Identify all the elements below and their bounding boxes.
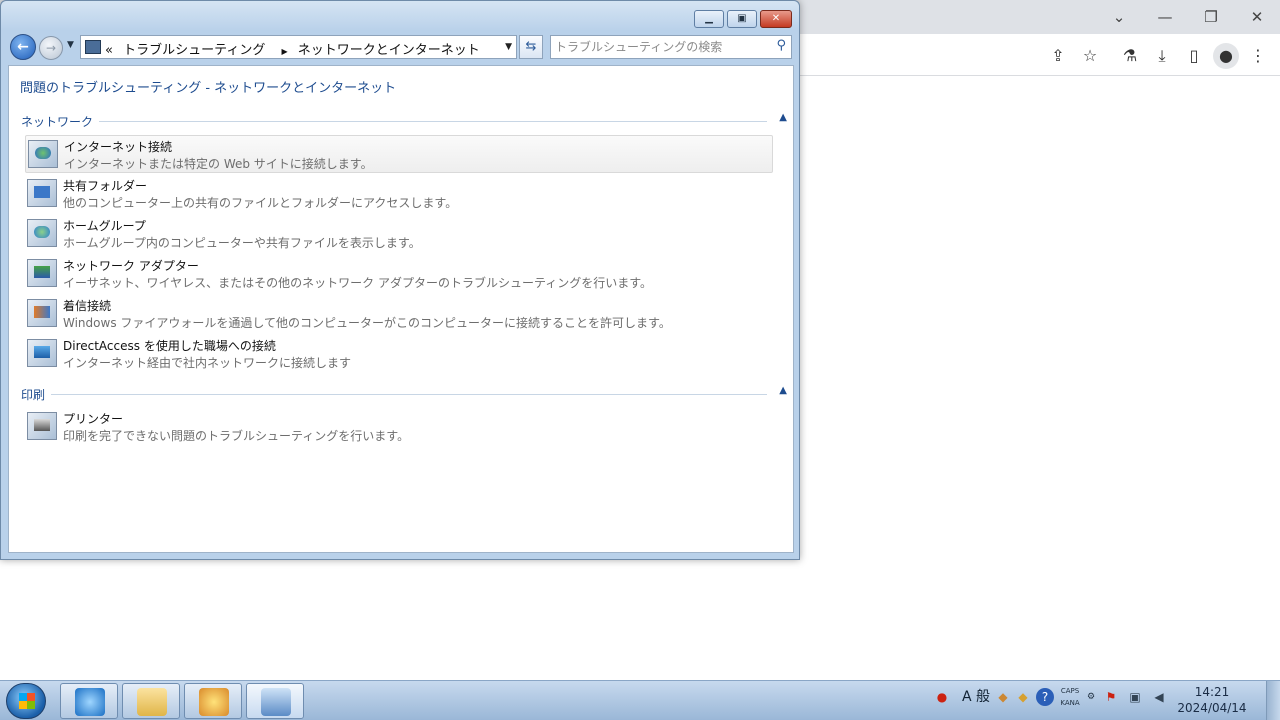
- ime-pad-icon[interactable]: ◆: [1014, 688, 1032, 706]
- item-description: インターネットまたは特定の Web サイトに接続します。: [64, 157, 373, 171]
- item-title: 着信接続: [63, 299, 112, 313]
- address-dropdown-icon[interactable]: ▼: [505, 42, 512, 52]
- group-divider: [21, 121, 767, 122]
- download-icon[interactable]: ⤓: [1149, 43, 1175, 69]
- tab-search-chevron-icon[interactable]: ⌄: [1106, 4, 1132, 30]
- control-panel-icon: [261, 688, 291, 716]
- profile-icon[interactable]: ●: [1213, 43, 1239, 69]
- share-icon[interactable]: ⇪: [1045, 43, 1071, 69]
- address-bar[interactable]: « トラブルシューティング ▶ ネットワークとインターネット ▼: [80, 35, 517, 59]
- group-header-printing[interactable]: 印刷 ▲: [21, 385, 787, 403]
- network-icon[interactable]: ▣: [1126, 688, 1144, 706]
- item-title: ホームグループ: [63, 219, 146, 233]
- printer-icon: [27, 412, 57, 440]
- search-input[interactable]: [555, 38, 765, 56]
- menu-icon[interactable]: ⋮: [1245, 43, 1271, 69]
- incoming-connection-icon: [27, 299, 57, 327]
- group-label: ネットワーク: [21, 113, 100, 130]
- item-description: 印刷を完了できない問題のトラブルシューティングを行います。: [63, 429, 410, 443]
- item-title: DirectAccess を使用した職場への接続: [63, 339, 276, 353]
- item-description: イーサネット、ワイヤレス、またはその他のネットワーク アダプターのトラブルシュー…: [63, 276, 653, 290]
- homegroup-icon: [27, 219, 57, 247]
- close-icon[interactable]: ✕: [1244, 4, 1270, 30]
- collapse-chevron-icon[interactable]: ▲: [775, 385, 787, 396]
- forward-button[interactable]: →: [39, 36, 63, 60]
- item-title: 共有フォルダー: [63, 179, 148, 193]
- minimize-button[interactable]: ▁: [694, 10, 724, 28]
- star-icon[interactable]: ☆: [1077, 43, 1103, 69]
- show-desktop-button[interactable]: [1266, 681, 1280, 720]
- control-panel-icon: [85, 40, 101, 54]
- page-title: 問題のトラブルシューティング - ネットワークとインターネット: [20, 81, 397, 96]
- internet-explorer-icon: [75, 688, 105, 716]
- shared-folder-icon: [27, 179, 57, 207]
- navigation-bar: ← → ▼ « トラブルシューティング ▶ ネットワークとインターネット ▼ ⇆…: [7, 33, 793, 61]
- taskbar-clock[interactable]: 14:21 2024/04/14: [1172, 684, 1252, 716]
- breadcrumb-overflow[interactable]: «: [105, 43, 113, 58]
- list-item-shared-folders[interactable]: 共有フォルダー 他のコンピューター上の共有のファイルとフォルダーにアクセスします…: [25, 175, 773, 213]
- ime-mode[interactable]: A 般: [960, 688, 992, 706]
- internet-globe-icon: [28, 140, 58, 168]
- breadcrumb: « トラブルシューティング ▶ ネットワークとインターネット: [105, 39, 486, 58]
- directaccess-building-icon: [27, 339, 57, 367]
- breadcrumb-separator-icon[interactable]: ▶: [281, 47, 287, 56]
- list-item-incoming-connections[interactable]: 着信接続 Windows ファイアウォールを通過して他のコンピューターがこのコン…: [25, 295, 773, 333]
- sidepanel-icon[interactable]: ▯: [1181, 43, 1207, 69]
- group-label: 印刷: [21, 386, 52, 403]
- troubleshooting-window: ▁ ▣ ✕ ← → ▼ « トラブルシューティング ▶ ネットワークとインターネ…: [0, 0, 800, 560]
- content-pane: 問題のトラブルシューティング - ネットワークとインターネット ネットワーク ▲…: [8, 65, 794, 553]
- item-description: インターネット経由で社内ネットワークに接続します: [63, 356, 352, 370]
- close-button[interactable]: ✕: [760, 10, 792, 28]
- list-item-network-adapter[interactable]: ネットワーク アダプター イーサネット、ワイヤレス、またはその他のネットワーク …: [25, 255, 773, 293]
- taskbar-ie[interactable]: [60, 683, 118, 719]
- kana-indicator: KANA: [1060, 699, 1080, 707]
- list-item-directaccess[interactable]: DirectAccess を使用した職場への接続 インターネット経由で社内ネット…: [25, 335, 773, 373]
- item-description: ホームグループ内のコンピューターや共有ファイルを表示します。: [63, 236, 421, 250]
- item-title: プリンター: [63, 412, 124, 426]
- breadcrumb-network-internet[interactable]: ネットワークとインターネット: [298, 43, 480, 58]
- search-box[interactable]: ⚲: [550, 35, 792, 59]
- item-description: 他のコンピューター上の共有のファイルとフォルダーにアクセスします。: [63, 196, 458, 210]
- paint-palette-icon: [199, 688, 229, 716]
- list-item-printer[interactable]: プリンター 印刷を完了できない問題のトラブルシューティングを行います。: [25, 408, 773, 446]
- ime-toolbar-icon[interactable]: ◆: [994, 688, 1012, 706]
- folder-icon: [137, 688, 167, 716]
- item-description: Windows ファイアウォールを通過して他のコンピューターがこのコンピューター…: [63, 316, 671, 330]
- back-button[interactable]: ←: [10, 34, 36, 60]
- list-item-internet-connection[interactable]: インターネット接続 インターネットまたは特定の Web サイトに接続します。: [25, 135, 773, 173]
- group-header-network[interactable]: ネットワーク ▲: [21, 112, 787, 130]
- group-divider: [21, 394, 767, 395]
- notification-red-icon[interactable]: ●: [933, 688, 951, 706]
- list-item-homegroup[interactable]: ホームグループ ホームグループ内のコンピューターや共有ファイルを表示します。: [25, 215, 773, 253]
- taskbar-explorer[interactable]: [122, 683, 180, 719]
- network-adapter-icon: [27, 259, 57, 287]
- volume-muted-icon[interactable]: ◀: [1150, 688, 1168, 706]
- help-icon[interactable]: ?: [1036, 688, 1054, 706]
- restore-icon[interactable]: ❐: [1198, 4, 1224, 30]
- windows-logo-icon: [19, 693, 35, 709]
- clock-date: 2024/04/14: [1177, 701, 1247, 715]
- breadcrumb-troubleshooting[interactable]: トラブルシューティング: [123, 43, 265, 58]
- collapse-chevron-icon[interactable]: ▲: [775, 112, 787, 123]
- start-button[interactable]: [6, 683, 46, 719]
- item-title: ネットワーク アダプター: [63, 259, 199, 273]
- taskbar-paint[interactable]: [184, 683, 242, 719]
- ime-options-icon[interactable]: ⚙: [1082, 688, 1100, 706]
- search-icon[interactable]: ⚲: [776, 38, 786, 53]
- window-caption: ▁ ▣ ✕: [1, 1, 799, 31]
- refresh-button[interactable]: ⇆: [519, 35, 543, 59]
- maximize-button[interactable]: ▣: [727, 10, 757, 28]
- action-center-flag-icon[interactable]: ⚑: [1102, 688, 1120, 706]
- taskbar-control-panel[interactable]: [246, 683, 304, 719]
- clock-time: 14:21: [1194, 685, 1230, 699]
- item-title: インターネット接続: [64, 140, 173, 154]
- minimize-icon[interactable]: —: [1152, 4, 1178, 30]
- caps-indicator: CAPS: [1060, 687, 1080, 695]
- extension-icon[interactable]: ⚗: [1117, 43, 1143, 69]
- recent-pages-dropdown[interactable]: ▼: [67, 40, 74, 50]
